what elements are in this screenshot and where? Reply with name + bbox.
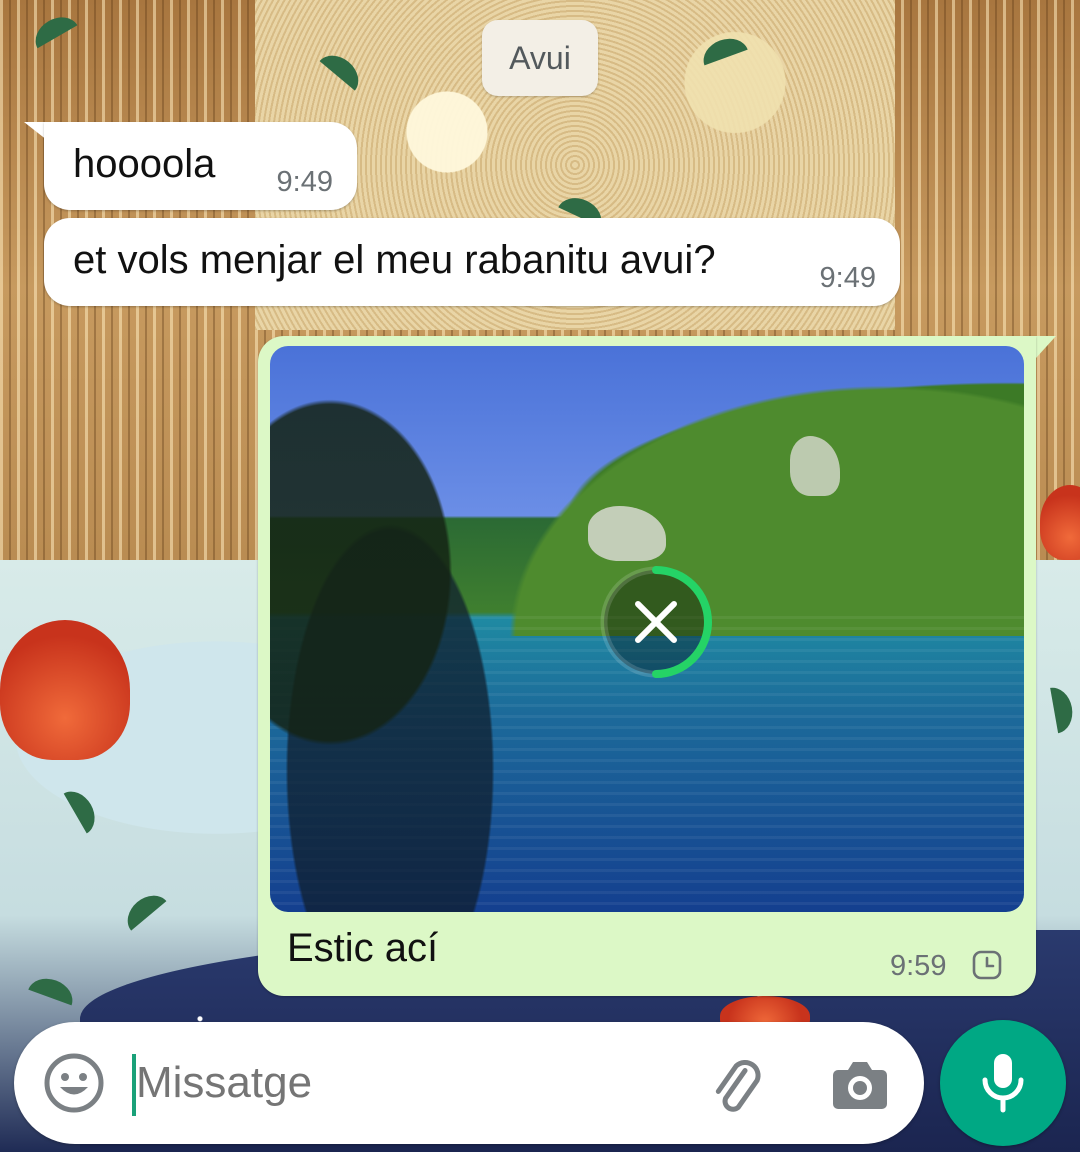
message-input[interactable] [136, 1058, 676, 1108]
outgoing-bubble-tail [1036, 336, 1056, 358]
message-time: 9:49 [276, 166, 333, 198]
emoji-icon[interactable] [43, 1052, 105, 1114]
cancel-download-button[interactable] [596, 562, 716, 682]
image-thumbnail[interactable] [270, 346, 1024, 912]
outgoing-image-message[interactable]: Estic ací 9:59 [258, 336, 1036, 996]
incoming-message[interactable]: hoooola 9:49 [44, 122, 357, 210]
message-text: hoooola [73, 142, 216, 186]
message-time: 9:59 [890, 950, 947, 982]
date-separator: Avui [482, 20, 598, 96]
voice-record-button[interactable] [940, 1020, 1066, 1146]
incoming-message[interactable]: et vols menjar el meu rabanitu avui? 9:4… [44, 218, 900, 306]
microphone-icon [982, 1054, 1024, 1113]
image-caption: Estic ací [287, 926, 439, 970]
message-composer[interactable] [14, 1022, 924, 1144]
message-time: 9:49 [819, 262, 876, 294]
paperclip-icon[interactable] [708, 1058, 768, 1118]
camera-icon[interactable] [830, 1056, 890, 1112]
message-text: et vols menjar el meu rabanitu avui? [73, 238, 716, 282]
clock-pending-icon [972, 950, 1002, 980]
